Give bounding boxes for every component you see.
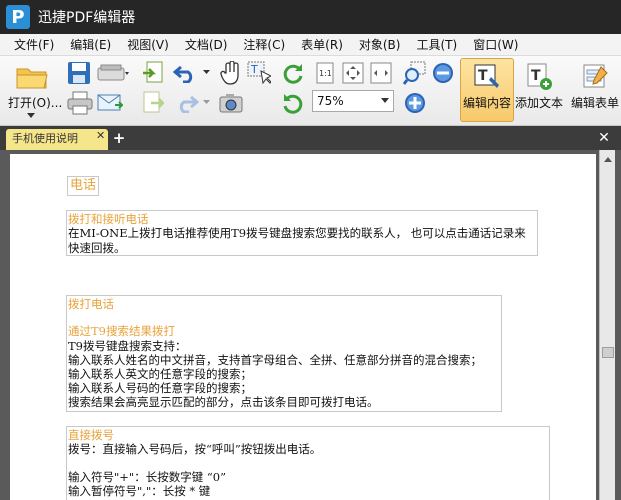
add-text-icon[interactable]: T (524, 62, 554, 92)
block2-line-4: 输入联系人号码的任意字段的搜索； (68, 381, 252, 395)
block2-line-1: T9拨号键盘搜索支持： (68, 339, 187, 353)
block2-line-2: 输入联系人姓名的中文拼音，支持首字母组合、全拼、任意部分拼音的混合搜索； (68, 353, 482, 367)
import-page-icon[interactable] (140, 60, 166, 86)
block3-line-3: 输入暂停符号","：长按 * 键 (68, 484, 211, 498)
svg-text:T: T (478, 68, 488, 84)
pdf-page: 电话 拨打和接听电话 在MI-ONE上拨打电话推荐使用T9拨号键盘搜索您要找的联… (10, 154, 596, 500)
menu-bar: 文件(F) 编辑(E) 视图(V) 文档(D) 注释(C) 表单(R) 对象(B… (0, 34, 621, 56)
block2-subtitle: 通过T9搜索结果拨打 (68, 324, 175, 338)
menu-view[interactable]: 视图(V) (119, 34, 177, 56)
menu-document[interactable]: 文档(D) (177, 34, 236, 56)
marquee-zoom-icon[interactable] (402, 60, 428, 86)
block3-title: 直接拨号 (68, 428, 114, 442)
block2-line-3: 输入联系人英文的任意字段的搜索； (68, 367, 252, 381)
email-icon[interactable] (96, 90, 124, 116)
scanner-icon[interactable] (96, 60, 130, 86)
title-bar: P 迅捷PDF编辑器 (0, 0, 621, 34)
edit-form-label[interactable]: 编辑表单 (571, 94, 619, 111)
undo-icon[interactable] (172, 62, 200, 84)
scroll-up-arrow-icon[interactable] (600, 152, 616, 166)
toolbar: 打开(O)... T 1:1 75% T 编辑内容 T 添加文本 编辑表单 (0, 56, 621, 126)
svg-text:T: T (531, 68, 541, 84)
block3-line-1: 拨号：直接输入号码后，按“呼叫”按钮拨出电话。 (68, 442, 322, 456)
new-tab-icon[interactable]: + (112, 131, 126, 146)
edit-content-icon: T (472, 62, 502, 92)
document-workspace: 电话 拨打和接听电话 在MI-ONE上拨打电话推荐使用T9拨号键盘搜索您要找的联… (0, 150, 621, 500)
snapshot-camera-icon[interactable] (218, 90, 244, 116)
zoom-dropdown-arrow-icon[interactable] (381, 98, 389, 103)
fit-page-icon[interactable] (340, 60, 366, 86)
zoom-value: 75% (317, 94, 344, 108)
export-page-icon[interactable] (140, 90, 166, 116)
open-folder-icon[interactable] (14, 62, 50, 92)
vertical-scrollbar[interactable] (599, 150, 615, 500)
hand-tool-icon[interactable] (218, 60, 244, 86)
rotate-clockwise-icon[interactable] (280, 60, 306, 86)
document-tab-label: 手机使用说明 (12, 132, 78, 145)
add-text-label[interactable]: 添加文本 (515, 94, 563, 111)
rotate-counterclockwise-icon[interactable] (280, 90, 306, 116)
redo-icon[interactable] (172, 92, 200, 114)
actual-size-icon[interactable]: 1:1 (314, 60, 336, 86)
menu-file[interactable]: 文件(F) (0, 34, 62, 56)
document-tab[interactable]: 手机使用说明 (6, 129, 108, 150)
block2-line-5: 搜索结果会高亮显示匹配的部分，点击该条目即可拨打电话。 (68, 395, 379, 409)
edit-form-icon[interactable] (580, 62, 610, 92)
menu-window[interactable]: 窗口(W) (465, 34, 526, 56)
block1-line-1: 在MI-ONE上拨打电话推荐使用T9拨号键盘搜索您要找的联系人， 也可以点击通话… (68, 226, 526, 240)
app-title: 迅捷PDF编辑器 (38, 10, 136, 26)
zoom-out-icon[interactable] (430, 60, 456, 86)
block1-title: 拨打和接听电话 (68, 212, 149, 226)
menu-object[interactable]: 对象(B) (351, 34, 409, 56)
svg-text:1:1: 1:1 (319, 69, 332, 78)
undo-dropdown-arrow-icon[interactable] (201, 68, 211, 76)
save-icon[interactable] (66, 60, 92, 86)
zoom-select[interactable]: 75% (312, 90, 394, 112)
open-dropdown-arrow-icon[interactable] (26, 111, 36, 119)
menu-form[interactable]: 表单(R) (293, 34, 351, 56)
close-document-icon[interactable]: ✕ (597, 131, 611, 145)
menu-tools[interactable]: 工具(T) (408, 34, 465, 56)
menu-edit[interactable]: 编辑(E) (62, 34, 119, 56)
zoom-in-icon[interactable] (402, 90, 428, 116)
block1-line-2: 快速回拨。 (68, 241, 126, 255)
edit-content-label: 编辑内容 (463, 96, 512, 110)
document-tab-bar: 手机使用说明 ✕ + ✕ (0, 126, 621, 150)
block3-line-2: 输入符号"+"：长按数字键 “0” (68, 470, 226, 484)
fit-width-icon[interactable] (368, 60, 394, 86)
select-text-icon[interactable]: T (246, 60, 272, 86)
tab-close-icon[interactable]: ✕ (96, 130, 105, 142)
scrollbar-thumb[interactable] (602, 347, 614, 358)
svg-text:T: T (250, 63, 258, 76)
redo-dropdown-arrow-icon[interactable] (201, 98, 211, 106)
block2-title: 拨打电话 (68, 297, 114, 311)
section-heading[interactable]: 电话 (67, 176, 100, 196)
print-icon[interactable] (66, 90, 94, 116)
app-logo-icon: P (6, 5, 30, 29)
open-button-label[interactable]: 打开(O)... (8, 94, 62, 111)
menu-comment[interactable]: 注释(C) (235, 34, 293, 56)
